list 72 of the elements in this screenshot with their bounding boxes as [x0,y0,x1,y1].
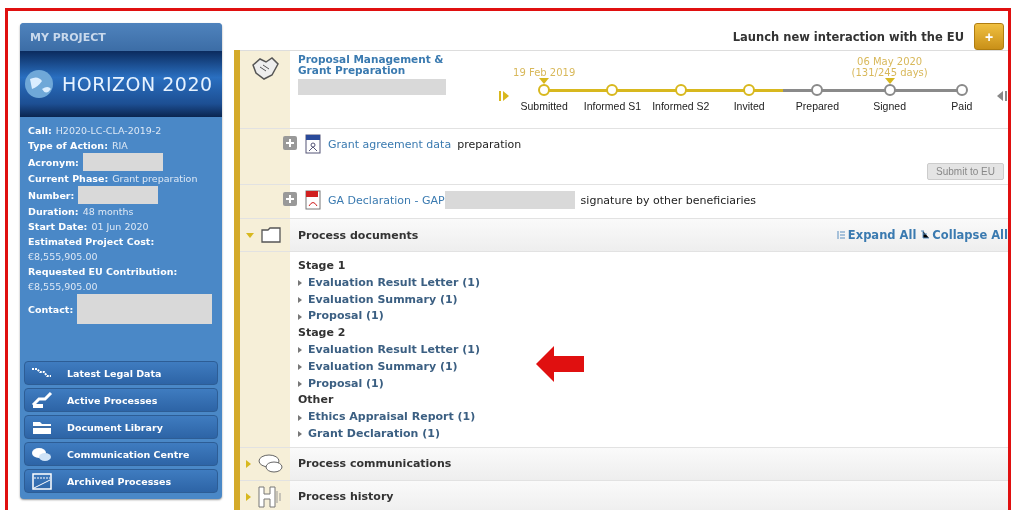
milestone-date: 06 May 2020 (131/245 days) [851,56,928,78]
end-marker-icon [996,90,1008,102]
field-label: Requested EU Contribution: [28,265,178,279]
section-title[interactable]: Process documents [298,228,419,242]
task-text: signature by other beneficiaries [580,193,757,207]
field-label: Current Phase: [28,172,109,186]
expand-arrow-icon[interactable] [246,232,254,238]
field-label: Type of Action: [28,139,108,153]
field-label: Number: [28,188,75,203]
expand-icon[interactable] [283,136,297,150]
step-label: Signed [873,100,906,112]
field-label: Estimated Project Cost: [28,235,155,249]
document-item[interactable]: Evaluation Result Letter (1) [298,274,480,292]
expand-icon[interactable] [283,192,297,206]
nav-button[interactable]: Archived Processes [24,469,218,493]
start-marker-icon [498,90,510,102]
section-title[interactable]: Process history [298,490,394,504]
form-document-icon [304,133,322,155]
collapse-all-link[interactable]: Collapse All [920,228,1008,242]
globe-icon [24,69,54,99]
step-label: Invited [733,100,765,112]
field-label: Call: [28,124,52,138]
step-label: Submitted [520,100,568,112]
section-title[interactable]: Process communications [298,457,452,471]
milestone-date: 19 Feb 2019 [513,67,576,78]
step-label: Informed S1 [583,100,642,112]
document-item[interactable]: Proposal (1) [298,375,384,393]
field-label: Start Date: [28,220,88,234]
step-label: Paid [951,100,973,112]
document-item[interactable]: Evaluation Summary (1) [298,358,458,376]
field-value: Grant preparation [112,172,198,186]
document-item[interactable]: Evaluation Result Letter (1) [298,342,480,359]
pdf-file-icon [304,189,322,211]
field-label: Duration: [28,205,79,219]
folder-icon [260,226,282,244]
communication-nav-icon [31,445,53,463]
launch-label: Launch new interaction with the EU [732,29,964,44]
step-label: Informed S2 [652,100,710,112]
field-label: Contact: [28,302,74,317]
history-icon [257,484,283,509]
programme-title: HORIZON 2020 [62,73,213,95]
nav-button[interactable]: Communication Centre [24,442,218,466]
process-title-link[interactable]: Proposal Management & Grant Preparation [298,54,468,76]
task-link[interactable]: GA Declaration - GAP [328,193,445,207]
field-value: €8,555,905.00 [28,250,98,264]
list-icon [836,230,846,240]
expand-arrow-icon[interactable] [246,492,251,501]
document-item[interactable]: Ethics Appraisal Report (1) [298,409,476,426]
document-item[interactable]: Grant Declaration (1) [298,425,440,443]
archive-nav-icon [31,472,53,490]
field-value: RIA [111,139,128,153]
task-text: preparation [457,137,522,151]
expand-arrow-icon[interactable] [246,459,251,468]
field-value: 01 Jun 2020 [91,220,149,234]
field-label: Acronym: [28,155,79,170]
group-title: Other [298,392,334,409]
field-value: H2020-LC-CLA-2019-2 [55,124,162,138]
task-link[interactable]: Grant agreement data [328,137,452,151]
group-title: Stage 2 [298,325,346,342]
speech-bubbles-icon [257,451,283,476]
nav-button[interactable]: Latest Legal Data [24,361,218,385]
expand-all-link[interactable]: Expand All [836,228,917,242]
document-item[interactable]: Evaluation Summary (1) [298,291,458,309]
document-item[interactable]: Proposal (1) [298,308,384,326]
field-value: 48 months [82,205,134,219]
group-title: Stage 1 [298,258,346,274]
active-nav-icon [31,391,53,409]
step-label: Prepared [795,100,839,112]
field-value: €8,555,905.00 [28,280,98,294]
nav-button[interactable]: Active Processes [24,388,218,412]
nav-button[interactable]: Document Library [24,415,218,439]
panel-title: MY PROJECT [20,23,222,51]
